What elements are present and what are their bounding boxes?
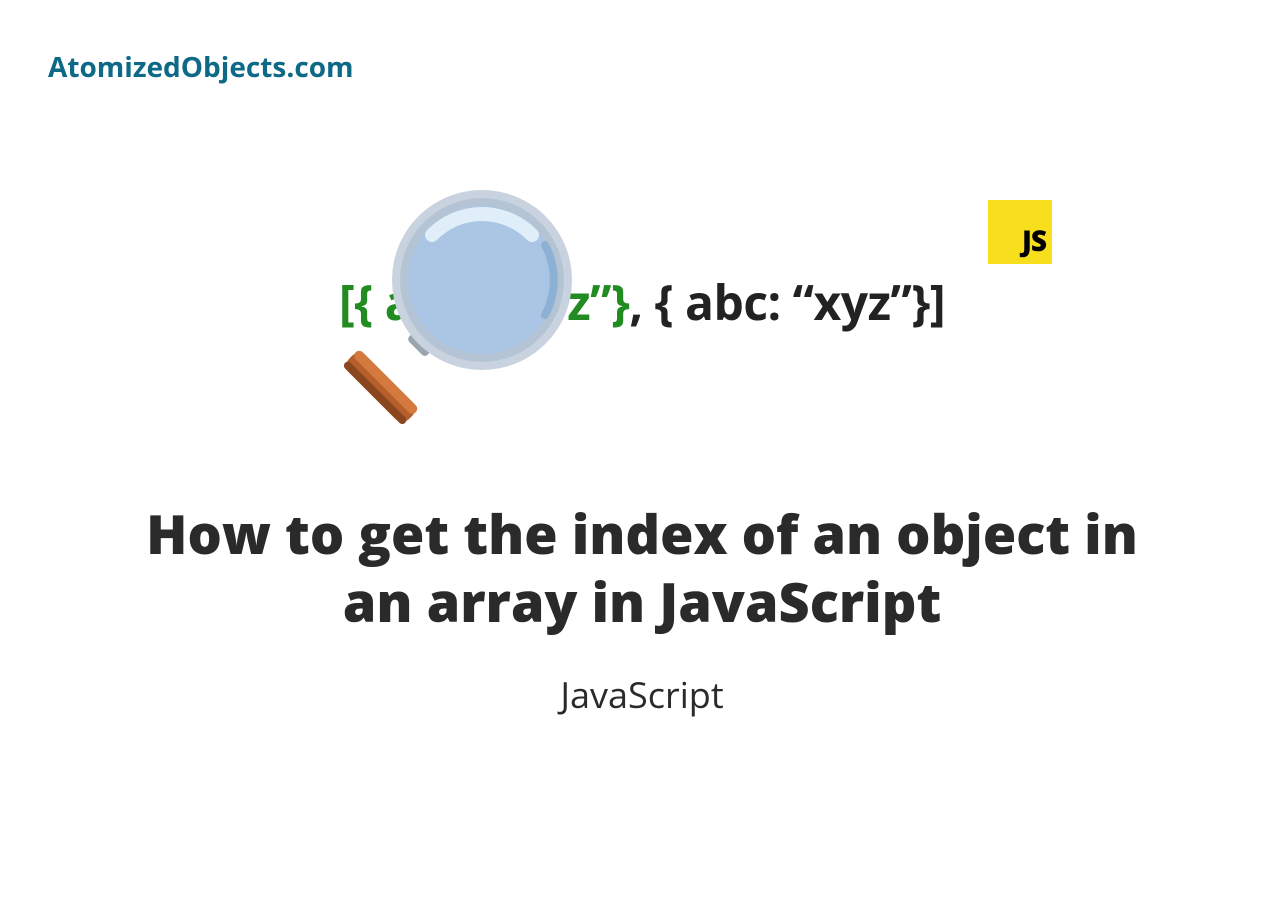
article-category: JavaScript: [560, 670, 723, 719]
js-logo-text: JS: [1022, 222, 1046, 260]
hero-illustration: JS [{ abc: “xyz”}, { abc: “xyz”}]: [242, 270, 1042, 335]
code-bracket-left: [: [339, 270, 354, 335]
code-snippet: [{ abc: “xyz”}, { abc: “xyz”}]: [339, 270, 945, 335]
site-name[interactable]: AtomizedObjects.com: [48, 48, 354, 86]
code-object-plain: { abc: “xyz”}: [655, 270, 930, 335]
code-bracket-right: ]: [930, 270, 945, 335]
js-logo-badge: JS: [988, 200, 1052, 264]
code-object-highlighted: { abc: “xyz”}: [354, 270, 629, 335]
article-title: How to get the index of an object in an …: [142, 500, 1142, 635]
code-comma: ,: [629, 270, 654, 335]
